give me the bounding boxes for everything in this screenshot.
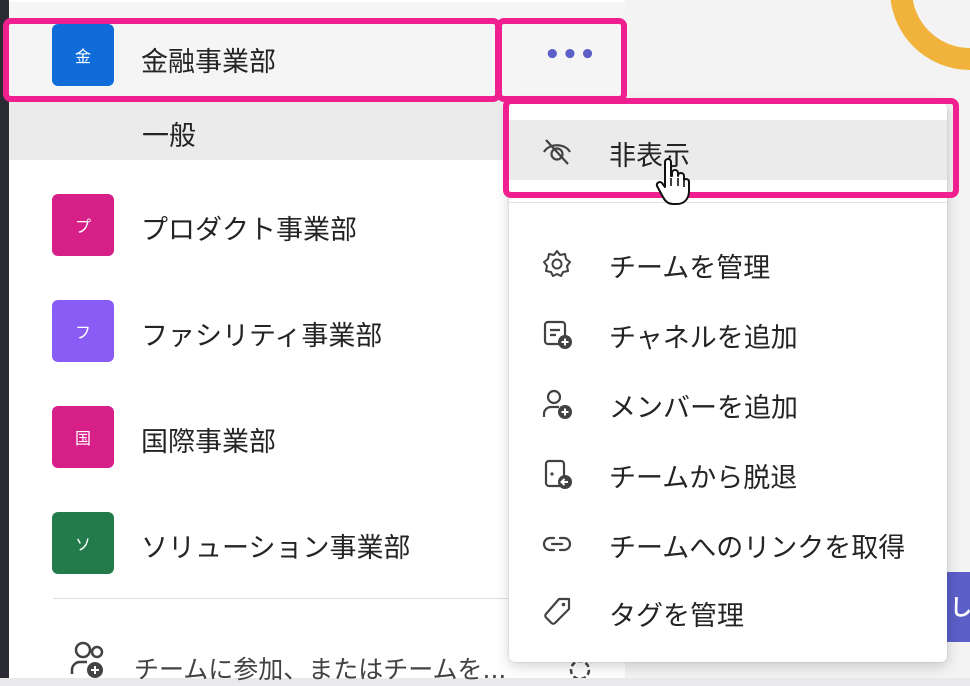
menu-label: チームへのリンクを取得	[609, 533, 906, 564]
highlight-more-button	[496, 18, 627, 102]
add-channel-icon	[543, 320, 572, 349]
menu-label: タグを管理	[609, 601, 744, 632]
window-left-border	[0, 0, 9, 678]
menu-label: チームから脱退	[609, 463, 798, 494]
menu-item-add-channel[interactable]: チャネルを追加	[509, 302, 947, 362]
menu-label: チームを管理	[609, 253, 771, 284]
add-member-icon	[542, 389, 572, 419]
leave-team-icon	[544, 459, 572, 489]
team-avatar: プ	[52, 194, 114, 256]
link-icon	[542, 536, 572, 552]
add-people-icon	[70, 641, 104, 678]
team-avatar: 国	[52, 406, 114, 468]
team-name: ソリューション事業部	[141, 533, 411, 564]
highlight-hide-item	[503, 98, 959, 198]
menu-label: チャネルを追加	[609, 323, 798, 354]
tag-icon	[544, 597, 571, 625]
team-avatar: ソ	[52, 512, 114, 574]
gear-icon	[543, 250, 571, 277]
menu-label: メンバーを追加	[609, 393, 798, 424]
team-avatar: フ	[52, 300, 114, 362]
team-name: 国際事業部	[141, 427, 276, 458]
menu-divider	[509, 202, 947, 203]
menu-item-add-member[interactable]: メンバーを追加	[509, 372, 947, 432]
menu-item-leave-team[interactable]: チームから脱退	[509, 442, 947, 502]
menu-item-manage-team[interactable]: チームを管理	[509, 232, 947, 292]
hand-cursor-icon	[655, 158, 690, 205]
channel-name: 一般	[142, 121, 196, 152]
team-name: ファシリティ事業部	[141, 321, 383, 352]
menu-item-manage-tags[interactable]: タグを管理	[509, 580, 947, 640]
highlight-team-row	[3, 18, 501, 102]
join-label: チームに参加、またはチームを...	[134, 655, 507, 684]
menu-item-get-link[interactable]: チームへのリンクを取得	[509, 512, 947, 572]
team-name: プロダクト事業部	[141, 215, 357, 246]
decorative-shape	[890, 0, 970, 70]
